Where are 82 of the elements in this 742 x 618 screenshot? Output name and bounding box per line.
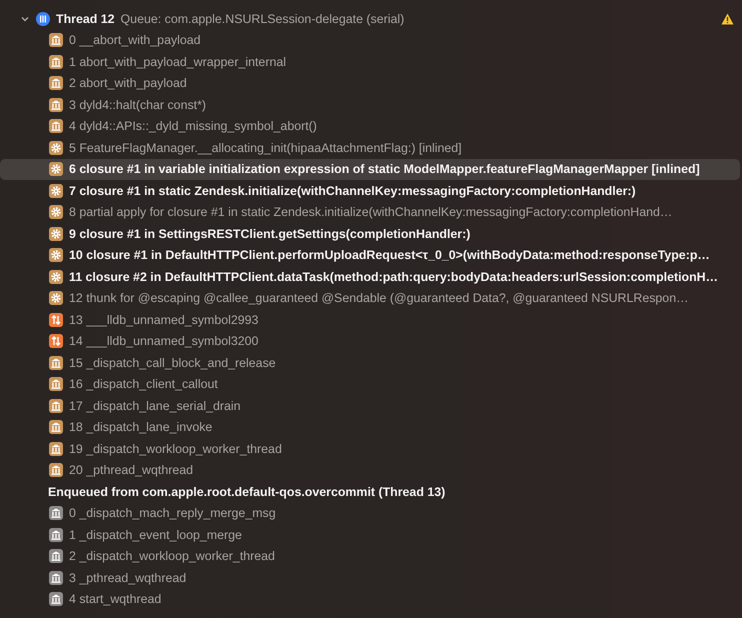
gear-icon bbox=[49, 162, 63, 176]
frame-label: 4 start_wqthread bbox=[69, 592, 162, 606]
gear-icon bbox=[49, 291, 63, 306]
frame-label: 3 dyld4::halt(char const*) bbox=[69, 98, 206, 112]
stack-frame-row[interactable]: 10 closure #1 in DefaultHTTPClient.performUploadRequest<τ_0_0>(withBodyData:method:responseType:p… bbox=[0, 244, 740, 266]
stack-frame-row[interactable]: 18 _dispatch_lane_invoke bbox=[0, 416, 740, 438]
stack-frame-row[interactable]: 16 _dispatch_client_callout bbox=[0, 374, 740, 395]
stack-frame-row[interactable]: 2 abort_with_payload bbox=[0, 72, 740, 94]
frame-label: 2 _dispatch_workloop_worker_thread bbox=[69, 549, 275, 564]
frame-label: 18 _dispatch_lane_invoke bbox=[69, 420, 212, 434]
stack-frame-row[interactable]: 0 __abort_with_payload bbox=[0, 30, 740, 51]
stack-frame-row[interactable]: 12 thunk for @escaping @callee_guaranteed @Sendable (@guaranteed Data?, @guaranteed NSURLRespon… bbox=[0, 288, 740, 309]
frame-label: 6 closure #1 in variable initialization expression of static ModelMapper.featureFlagManagerMapper [inlined] bbox=[69, 162, 700, 176]
stack-frame-row[interactable]: 13 ___lldb_unnamed_symbol2993 bbox=[0, 309, 740, 330]
frame-label: 11 closure #2 in DefaultHTTPClient.dataTask(method:path:query:bodyData:headers:urlSession:completionH… bbox=[69, 270, 718, 284]
gear-icon bbox=[49, 140, 63, 155]
stack-frame-row[interactable]: 1 _dispatch_event_loop_merge bbox=[0, 524, 740, 546]
frame-label: 8 partial apply for closure #1 in static Zendesk.initialize(withChannelKey:messagingFactory:completionHand… bbox=[69, 205, 672, 220]
building-icon bbox=[49, 506, 63, 520]
frame-label: 7 closure #1 in static Zendesk.initialize(withChannelKey:messagingFactory:completionHandler:) bbox=[69, 184, 636, 198]
frame-label: 3 _pthread_wqthread bbox=[69, 570, 186, 585]
stack-frame-row[interactable]: 0 _dispatch_mach_reply_merge_msg bbox=[0, 502, 740, 524]
thread-icon bbox=[36, 12, 50, 26]
stack-frame-row[interactable]: 7 closure #1 in static Zendesk.initialize(withChannelKey:messagingFactory:completionHandler:) bbox=[0, 180, 740, 202]
gear-icon bbox=[49, 226, 63, 241]
arrows-icon bbox=[49, 312, 63, 327]
frame-label: 4 dyld4::APIs::_dyld_missing_symbol_abort() bbox=[69, 119, 317, 134]
frame-label: 14 ___lldb_unnamed_symbol3200 bbox=[69, 334, 258, 348]
frame-label: 10 closure #1 in DefaultHTTPClient.performUploadRequest<τ_0_0>(withBodyData:method:responseType:p… bbox=[69, 248, 710, 262]
stack-frame-row[interactable]: 11 closure #2 in DefaultHTTPClient.dataTask(method:path:query:bodyData:headers:urlSession:completionH… bbox=[0, 266, 740, 288]
frame-label: 19 _dispatch_workloop_worker_thread bbox=[69, 442, 282, 456]
gear-icon bbox=[49, 205, 63, 220]
stack-frame-row[interactable]: 19 _dispatch_workloop_worker_thread bbox=[0, 438, 740, 460]
frame-label: 16 _dispatch_client_callout bbox=[69, 377, 218, 392]
stack-frame-row[interactable]: 3 _pthread_wqthread bbox=[0, 567, 740, 588]
frame-label: 15 _dispatch_call_block_and_release bbox=[69, 356, 276, 370]
frame-label: 13 ___lldb_unnamed_symbol2993 bbox=[69, 312, 258, 327]
building-icon bbox=[49, 398, 63, 413]
stack-frame-row[interactable]: 15 _dispatch_call_block_and_release bbox=[0, 352, 740, 374]
building-icon bbox=[49, 463, 63, 478]
gear-icon bbox=[49, 248, 63, 262]
stack-frame-row[interactable]: 5 FeatureFlagManager.__allocating_init(hipaaAttachmentFlag:) [inlined] bbox=[0, 137, 740, 158]
stack-frame-row[interactable]: 14 ___lldb_unnamed_symbol3200 bbox=[0, 330, 740, 352]
frame-label: 17 _dispatch_lane_serial_drain bbox=[69, 398, 241, 413]
stack-frame-row[interactable]: 17 _dispatch_lane_serial_drain bbox=[0, 395, 740, 416]
building-icon bbox=[49, 377, 63, 392]
stack-frame-row[interactable]: 8 partial apply for closure #1 in static Zendesk.initialize(withChannelKey:messagingFactory:completionHand… bbox=[0, 202, 740, 223]
frame-label: 1 _dispatch_event_loop_merge bbox=[69, 528, 242, 542]
building-icon bbox=[49, 98, 63, 112]
building-icon bbox=[49, 420, 63, 434]
stack-frame-row[interactable]: 1 abort_with_payload_wrapper_internal bbox=[0, 51, 740, 72]
stack-frame-row[interactable]: 4 start_wqthread bbox=[0, 588, 740, 610]
building-icon bbox=[49, 33, 63, 48]
stack-frame-row[interactable]: 6 closure #1 in variable initialization expression of static ModelMapper.featureFlagManagerMapper [inlined] bbox=[0, 158, 740, 180]
stack-frame-row[interactable]: 9 closure #1 in SettingsRESTClient.getSettings(completionHandler:) bbox=[0, 223, 740, 244]
frame-label: 9 closure #1 in SettingsRESTClient.getSettings(completionHandler:) bbox=[69, 226, 470, 241]
stack-frame-row[interactable]: 3 dyld4::halt(char const*) bbox=[0, 94, 740, 116]
building-icon bbox=[49, 54, 63, 69]
stack-frame-row[interactable]: 2 _dispatch_workloop_worker_thread bbox=[0, 546, 740, 567]
frame-label: 0 _dispatch_mach_reply_merge_msg bbox=[69, 506, 276, 520]
thread-queue: Queue: com.apple.NSURLSession-delegate (serial) bbox=[120, 12, 404, 26]
building-icon bbox=[49, 356, 63, 370]
building-icon bbox=[49, 570, 63, 585]
building-icon bbox=[49, 528, 63, 542]
frame-label: 2 abort_with_payload bbox=[69, 76, 187, 90]
building-icon bbox=[49, 119, 63, 134]
gear-icon bbox=[49, 184, 63, 198]
frame-label: 12 thunk for @escaping @callee_guaranteed @Sendable (@guaranteed Data?, @guaranteed NSURLRespon… bbox=[69, 291, 688, 306]
enqueued-header: Enqueued from com.apple.root.default-qos.overcommit (Thread 13) bbox=[47, 484, 446, 501]
frame-label: 20 _pthread_wqthread bbox=[69, 463, 194, 478]
building-icon bbox=[49, 592, 63, 606]
arrows-icon bbox=[49, 334, 63, 348]
stack-frame-row[interactable]: 4 dyld4::APIs::_dyld_missing_symbol_abort() bbox=[0, 116, 740, 137]
frame-label: 5 FeatureFlagManager.__allocating_init(hipaaAttachmentFlag:) [inlined] bbox=[69, 140, 462, 155]
thread-name: Thread 12 bbox=[56, 12, 115, 26]
building-icon bbox=[49, 76, 63, 90]
stack-frame-row[interactable]: 20 _pthread_wqthread bbox=[0, 460, 740, 481]
building-icon bbox=[49, 549, 63, 564]
building-icon bbox=[49, 442, 63, 456]
frame-label: 0 __abort_with_payload bbox=[69, 33, 201, 48]
gear-icon bbox=[49, 270, 63, 284]
frame-label: 1 abort_with_payload_wrapper_internal bbox=[69, 54, 286, 69]
